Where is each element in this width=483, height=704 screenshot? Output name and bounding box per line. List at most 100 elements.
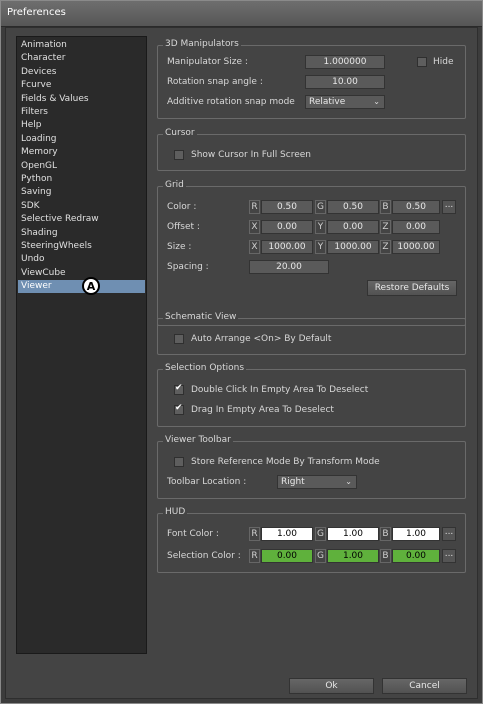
sidebar-item-fcurve[interactable]: Fcurve — [18, 79, 145, 92]
show-cursor-checkbox[interactable] — [174, 150, 184, 160]
sidebar-item-label: Character — [21, 53, 66, 64]
auto-arrange-checkbox[interactable] — [174, 334, 184, 344]
title-bar[interactable]: Preferences — [1, 1, 482, 27]
sidebar-item-saving[interactable]: Saving — [18, 186, 145, 199]
grid-group: Grid Color : R 0.50 G 0.50 B 0.50 ... Of… — [157, 180, 466, 326]
sidebar-item-loading[interactable]: Loading — [18, 133, 145, 146]
selection-title: Selection Options — [163, 363, 247, 373]
sidebar-item-label: Undo — [21, 254, 45, 265]
grid-offset-z-input[interactable]: 0.00 — [392, 220, 440, 234]
grid-size-x-tag: X — [249, 240, 260, 254]
sidebar-item-label: Animation — [21, 40, 67, 50]
grid-spacing-label: Spacing : — [167, 262, 209, 272]
window-title: Preferences — [7, 7, 66, 18]
sidebar-item-steeringwheels[interactable]: SteeringWheels — [18, 240, 145, 253]
sidebar-item-shading[interactable]: Shading — [18, 227, 145, 240]
snap-mode-value: Relative — [309, 97, 346, 107]
font-color-g-tag: G — [315, 527, 326, 541]
selection-color-r-tag: R — [249, 549, 260, 563]
grid-spacing-input[interactable]: 20.00 — [249, 260, 329, 274]
sidebar-item-label: Devices — [21, 66, 57, 77]
store-reference-checkbox[interactable] — [174, 457, 184, 467]
ok-button[interactable]: Ok — [289, 678, 374, 694]
double-click-deselect-label: Double Click In Empty Area To Deselect — [191, 385, 369, 395]
sidebar-item-viewer[interactable]: Viewer A — [18, 277, 145, 296]
chevron-down-icon: ⌄ — [345, 477, 352, 486]
hide-label: Hide — [433, 57, 454, 67]
grid-offset-x-input[interactable]: 0.00 — [261, 220, 313, 234]
sidebar-item-label: Filters — [21, 107, 48, 117]
font-color-picker-button[interactable]: ... — [442, 527, 456, 541]
sidebar-item-character[interactable]: Character — [18, 52, 145, 65]
grid-color-b-input[interactable]: 0.50 — [392, 200, 440, 214]
selection-color-b-input[interactable]: 0.00 — [392, 549, 440, 563]
sidebar-item-animation[interactable]: Animation — [18, 39, 145, 52]
grid-size-label: Size : — [167, 242, 192, 252]
category-list[interactable]: Animation Character Devices Fcurve Fields & … — [16, 36, 147, 654]
schematic-title: Schematic View — [163, 312, 239, 322]
sidebar-item-python[interactable]: Python — [18, 173, 145, 186]
font-color-label: Font Color : — [167, 529, 219, 539]
grid-color-r-tag: R — [249, 200, 260, 214]
font-color-b-tag: B — [380, 527, 391, 541]
sidebar-item-label: ViewCube — [21, 267, 66, 278]
sidebar-item-fields-values[interactable]: Fields & Values — [18, 93, 145, 106]
font-color-r-input[interactable]: 1.00 — [261, 527, 313, 541]
sidebar-item-label: Saving — [21, 187, 52, 198]
grid-offset-label: Offset : — [167, 222, 200, 232]
sidebar-item-filters[interactable]: Filters — [18, 106, 145, 119]
sidebar-item-label: Memory — [21, 147, 58, 158]
toolbar-location-value: Right — [281, 477, 305, 487]
selection-group: Selection Options Double Click In Empty … — [157, 363, 466, 427]
toolbar-location-label: Toolbar Location : — [167, 477, 247, 487]
snap-mode-label: Additive rotation snap mode — [167, 97, 295, 107]
cancel-button[interactable]: Cancel — [382, 678, 467, 694]
grid-size-z-input[interactable]: 1000.00 — [392, 240, 440, 254]
rotation-snap-input[interactable]: 10.00 — [305, 75, 385, 89]
font-color-b-input[interactable]: 1.00 — [392, 527, 440, 541]
selection-color-g-tag: G — [315, 549, 326, 563]
sidebar-item-viewcube[interactable]: ViewCube — [18, 267, 145, 280]
sidebar-item-devices[interactable]: Devices — [18, 66, 145, 79]
manipulators-title: 3D Manipulators — [163, 39, 241, 49]
manipulator-size-input[interactable]: 1.000000 — [305, 55, 385, 69]
sidebar-item-sdk[interactable]: SDK — [18, 200, 145, 213]
sidebar-item-memory[interactable]: Memory — [18, 146, 145, 159]
toolbar-location-dropdown[interactable]: Right ⌄ — [277, 475, 357, 489]
grid-size-y-input[interactable]: 1000.00 — [327, 240, 379, 254]
grid-offset-z-tag: Z — [380, 220, 391, 234]
grid-offset-y-tag: Y — [315, 220, 326, 234]
grid-color-picker-button[interactable]: ... — [442, 200, 456, 214]
sidebar-item-opengl[interactable]: OpenGL — [18, 160, 145, 173]
grid-color-b-tag: B — [380, 200, 391, 214]
sidebar-item-undo[interactable]: Undo — [18, 253, 145, 266]
drag-deselect-checkbox[interactable] — [174, 403, 184, 415]
font-color-g-input[interactable]: 1.00 — [327, 527, 379, 541]
grid-size-x-input[interactable]: 1000.00 — [261, 240, 313, 254]
sidebar-item-help[interactable]: Help — [18, 119, 145, 132]
grid-offset-y-input[interactable]: 0.00 — [327, 220, 379, 234]
schematic-group: Schematic View Auto Arrange <On> By Defa… — [157, 312, 466, 355]
double-click-deselect-checkbox[interactable] — [174, 383, 184, 395]
snap-mode-dropdown[interactable]: Relative ⌄ — [305, 95, 385, 109]
drag-deselect-label: Drag In Empty Area To Deselect — [191, 405, 334, 415]
restore-defaults-button[interactable]: Restore Defaults — [367, 280, 457, 296]
grid-color-r-input[interactable]: 0.50 — [261, 200, 313, 214]
grid-size-z-tag: Z — [380, 240, 391, 254]
viewer-toolbar-title: Viewer Toolbar — [163, 435, 233, 445]
sidebar-item-label: OpenGL — [21, 160, 58, 171]
chevron-down-icon: ⌄ — [373, 97, 380, 106]
grid-title: Grid — [163, 180, 186, 190]
sidebar-item-label: Fcurve — [21, 80, 52, 91]
hide-checkbox[interactable] — [417, 57, 427, 67]
hud-title: HUD — [163, 507, 188, 517]
manipulator-size-label: Manipulator Size : — [167, 57, 248, 67]
manipulators-group: 3D Manipulators Manipulator Size : 1.000… — [157, 39, 466, 119]
grid-color-g-tag: G — [315, 200, 326, 214]
preferences-window: Preferences Animation Character Devices Fcu… — [0, 0, 483, 704]
grid-color-g-input[interactable]: 0.50 — [327, 200, 379, 214]
selection-color-picker-button[interactable]: ... — [442, 549, 456, 563]
sidebar-item-selective-redraw[interactable]: Selective Redraw — [18, 213, 145, 226]
selection-color-g-input[interactable]: 1.00 — [327, 549, 379, 563]
selection-color-r-input[interactable]: 0.00 — [261, 549, 313, 563]
